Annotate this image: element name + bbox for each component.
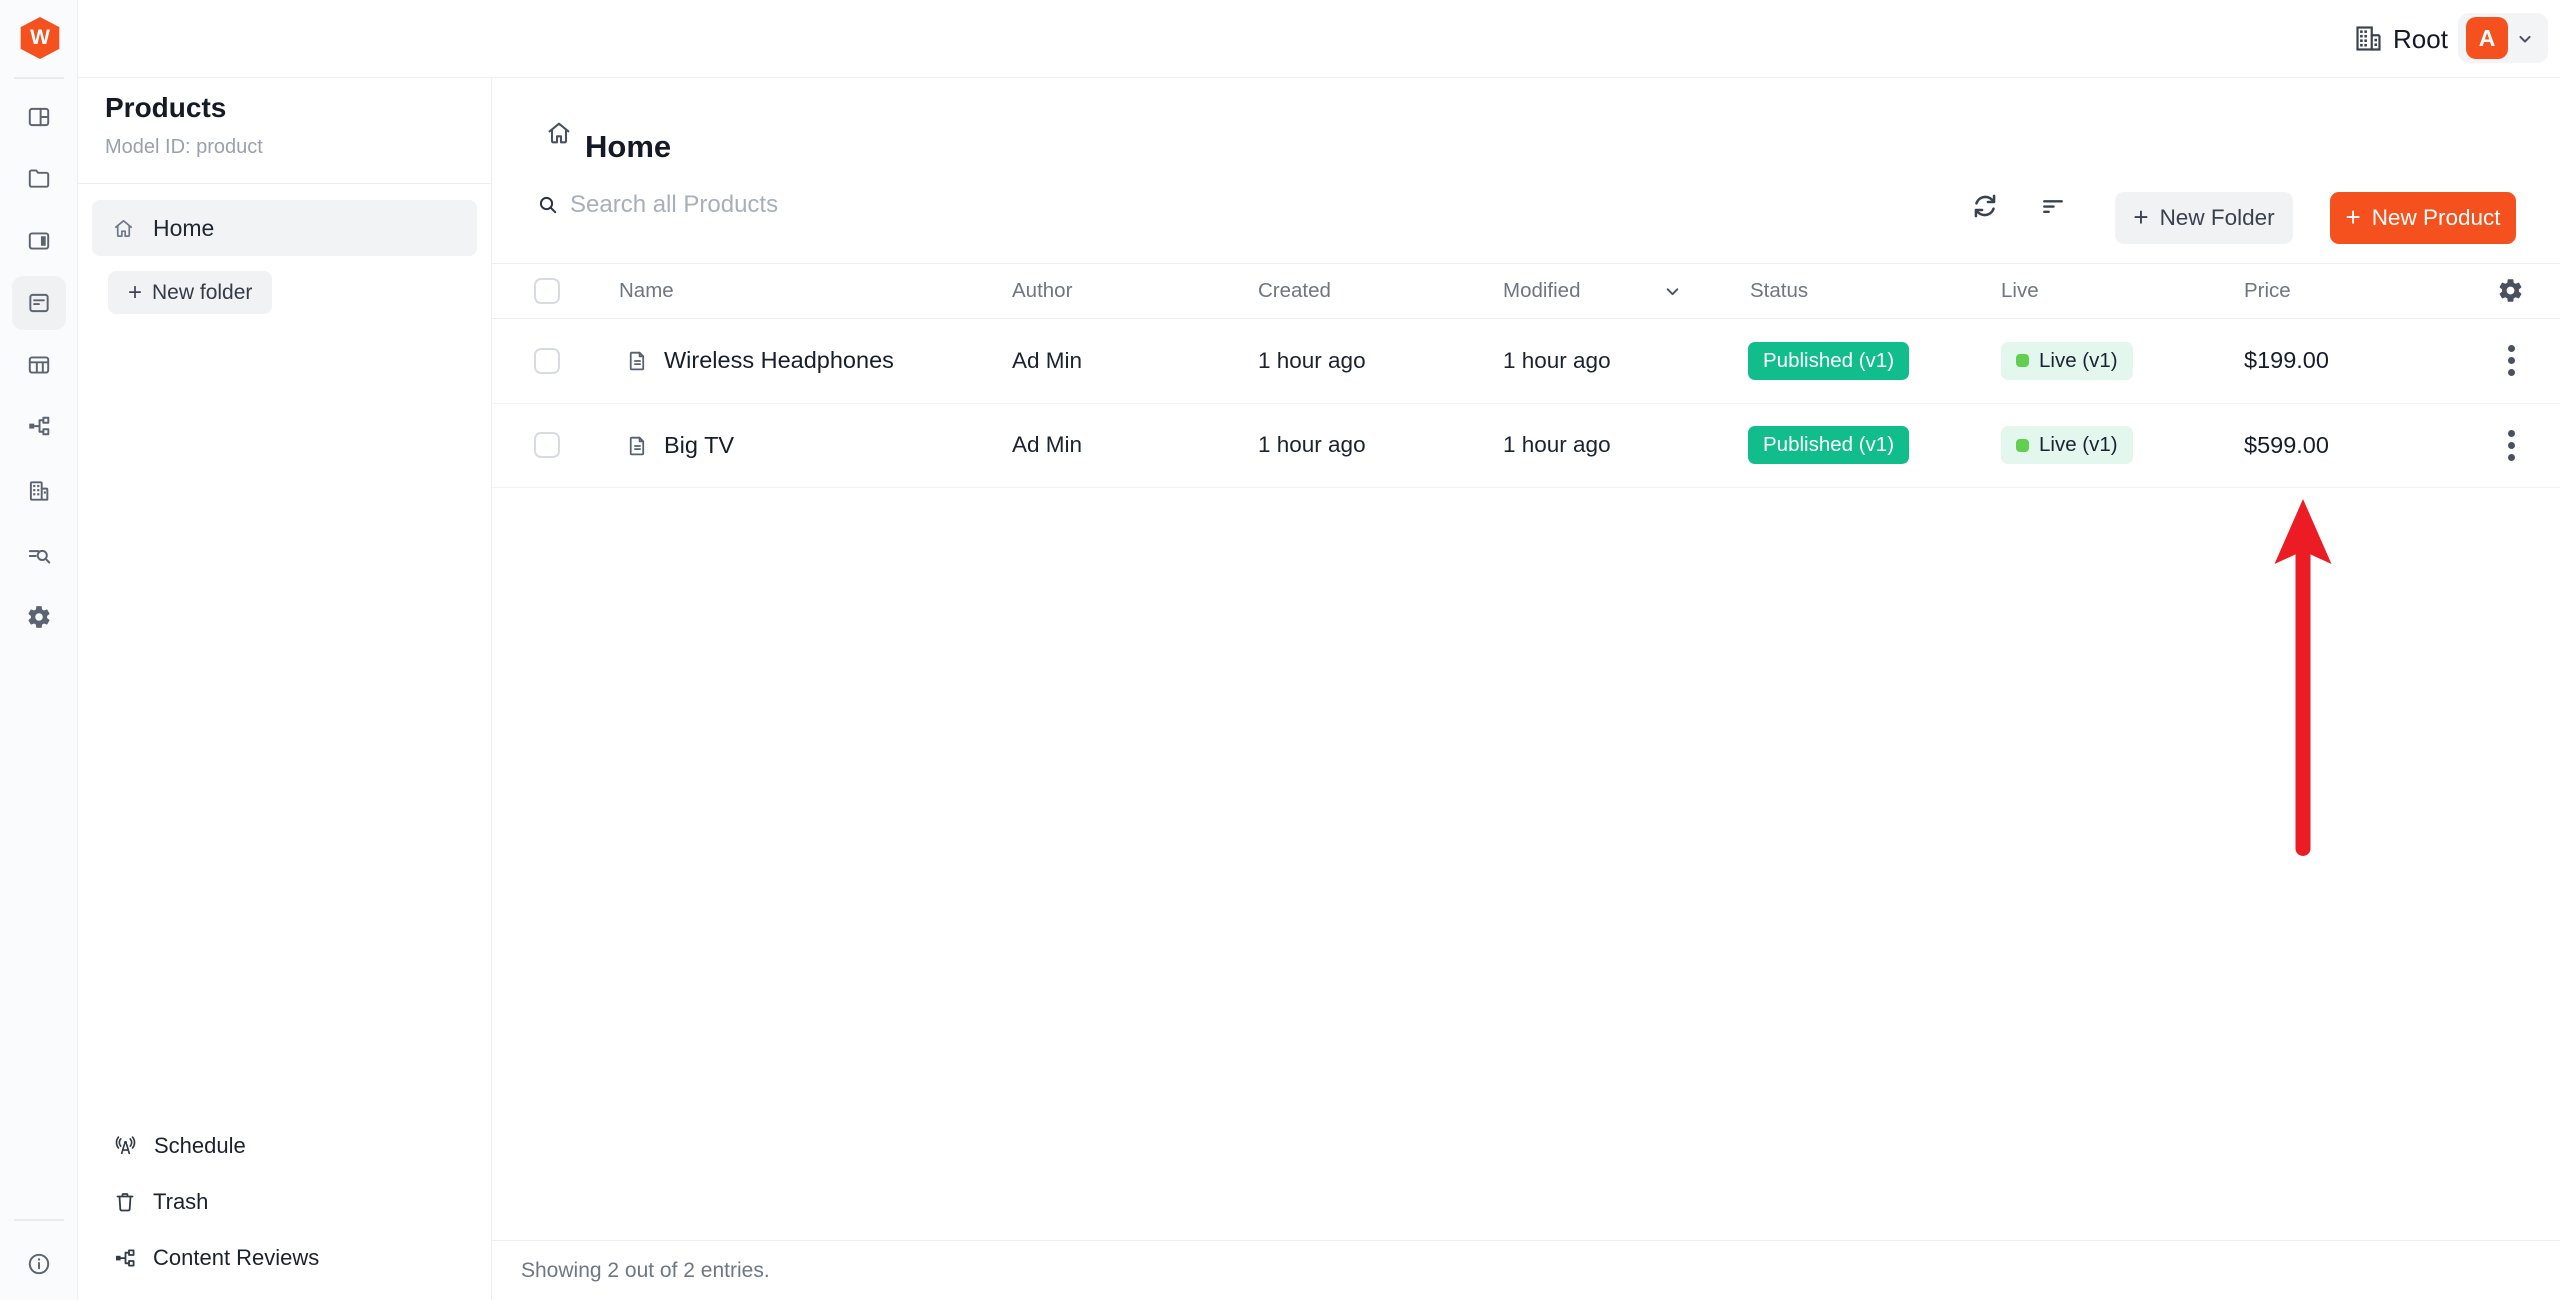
column-header-created[interactable]: Created (1258, 263, 1331, 318)
hierarchy-icon (26, 413, 52, 439)
rail-item-tenant-manager[interactable] (12, 464, 66, 518)
new-folder-label: New folder (152, 281, 252, 305)
sidebar-item-content-reviews[interactable]: Content Reviews (78, 1230, 492, 1286)
home-icon (112, 217, 135, 240)
column-header-live[interactable]: Live (2001, 263, 2039, 318)
author-cell: Ad Min (1012, 403, 1082, 487)
building-icon (26, 478, 52, 504)
column-header-price[interactable]: Price (2244, 263, 2291, 318)
rail-item-settings[interactable] (12, 590, 66, 644)
document-icon (625, 433, 650, 458)
refresh-icon[interactable] (1969, 190, 2001, 222)
live-badge: Live (v1) (2001, 342, 2133, 380)
folder-icon (26, 165, 52, 191)
sidebar-item-trash[interactable]: Trash (78, 1174, 492, 1230)
price-cell: $599.00 (2244, 403, 2329, 487)
chevron-down-icon (2515, 29, 2535, 49)
avatar: A (2466, 17, 2508, 59)
info-icon (26, 1251, 52, 1277)
sidebar-item-schedule[interactable]: Schedule (78, 1118, 492, 1174)
plus-icon: + (128, 281, 142, 305)
workflow-icon (113, 1246, 137, 1270)
window-icon (26, 228, 52, 254)
modified-cell: 1 hour ago (1503, 403, 1611, 487)
product-name: Big TV (664, 432, 734, 459)
modified-cell: 1 hour ago (1503, 318, 1611, 403)
column-header-name[interactable]: Name (619, 263, 674, 318)
plus-icon: + (2346, 204, 2361, 230)
product-name: Wireless Headphones (664, 347, 894, 374)
entries-summary: Showing 2 out of 2 entries. (521, 1259, 770, 1283)
row-actions-menu[interactable] (2495, 318, 2527, 403)
rail-item-page-builder[interactable] (12, 90, 66, 144)
status-badge: Published (v1) (1748, 342, 1909, 380)
main-content: Home + New Folder + New Product Name Aut… (492, 78, 2560, 1300)
row-divider (492, 487, 2560, 488)
row-checkbox[interactable] (534, 432, 560, 458)
annotation-arrow-up (2268, 498, 2338, 860)
broadcast-icon (113, 1134, 138, 1159)
search-input[interactable] (570, 181, 1470, 229)
columns-layout-icon (26, 104, 52, 130)
gear-icon (26, 604, 52, 630)
rail-item-file-manager[interactable] (12, 151, 66, 205)
webiny-logo[interactable]: W (19, 17, 61, 59)
sidebar-divider (78, 183, 491, 184)
filter-icon[interactable] (2039, 192, 2067, 220)
model-id-subtitle: Model ID: product (105, 136, 263, 159)
model-title: Products (105, 92, 226, 124)
app-rail: W (0, 0, 78, 1300)
home-icon (545, 119, 573, 147)
row-actions-menu[interactable] (2495, 403, 2527, 487)
topbar: Root A (78, 0, 2560, 78)
rail-item-api-graphql[interactable] (12, 399, 66, 453)
trash-label: Trash (153, 1189, 208, 1215)
tenant-name: Root (2393, 0, 2448, 78)
rail-item-headless-cms[interactable] (12, 276, 66, 330)
rail-item-websites[interactable] (12, 214, 66, 268)
new-folder-sidebar-button[interactable]: + New folder (108, 271, 272, 314)
row-checkbox[interactable] (534, 348, 560, 374)
sidebar-item-label: Home (153, 215, 214, 242)
trash-icon (113, 1190, 137, 1214)
rail-item-about[interactable] (12, 1237, 66, 1291)
live-badge: Live (v1) (2001, 426, 2133, 464)
rail-item-forms[interactable] (12, 338, 66, 392)
author-cell: Ad Min (1012, 318, 1082, 403)
user-menu[interactable]: A (2458, 13, 2548, 63)
price-cell: $199.00 (2244, 318, 2329, 403)
table-icon (26, 352, 52, 378)
status-badge: Published (v1) (1748, 426, 1909, 464)
live-dot-icon (2016, 354, 2029, 367)
table-footer: Showing 2 out of 2 entries. (492, 1240, 2560, 1300)
schedule-label: Schedule (154, 1133, 246, 1159)
rail-bottom-divider (14, 1219, 64, 1221)
select-all-checkbox[interactable] (534, 278, 560, 304)
search-list-icon (26, 543, 52, 569)
chevron-down-icon[interactable] (1662, 281, 1683, 302)
live-dot-icon (2016, 439, 2029, 452)
document-icon (625, 348, 650, 373)
new-product-button[interactable]: + New Product (2330, 192, 2516, 244)
search-icon (536, 193, 560, 217)
sidebar-item-home[interactable]: Home (92, 200, 477, 256)
gear-icon[interactable] (2497, 277, 2524, 304)
model-sidebar: Products Model ID: product Home + New fo… (78, 78, 492, 1300)
column-header-modified[interactable]: Modified (1503, 263, 1581, 318)
document-lines-icon (26, 290, 52, 316)
building-icon (2353, 23, 2384, 54)
column-header-author[interactable]: Author (1012, 263, 1072, 318)
plus-icon: + (2133, 204, 2148, 230)
rail-item-audit-logs[interactable] (12, 529, 66, 583)
created-cell: 1 hour ago (1258, 318, 1366, 403)
created-cell: 1 hour ago (1258, 403, 1366, 487)
column-header-status[interactable]: Status (1750, 263, 1808, 318)
content-reviews-label: Content Reviews (153, 1245, 319, 1271)
rail-divider (14, 77, 64, 79)
new-folder-button[interactable]: + New Folder (2115, 192, 2293, 244)
logo-letter: W (30, 26, 50, 50)
